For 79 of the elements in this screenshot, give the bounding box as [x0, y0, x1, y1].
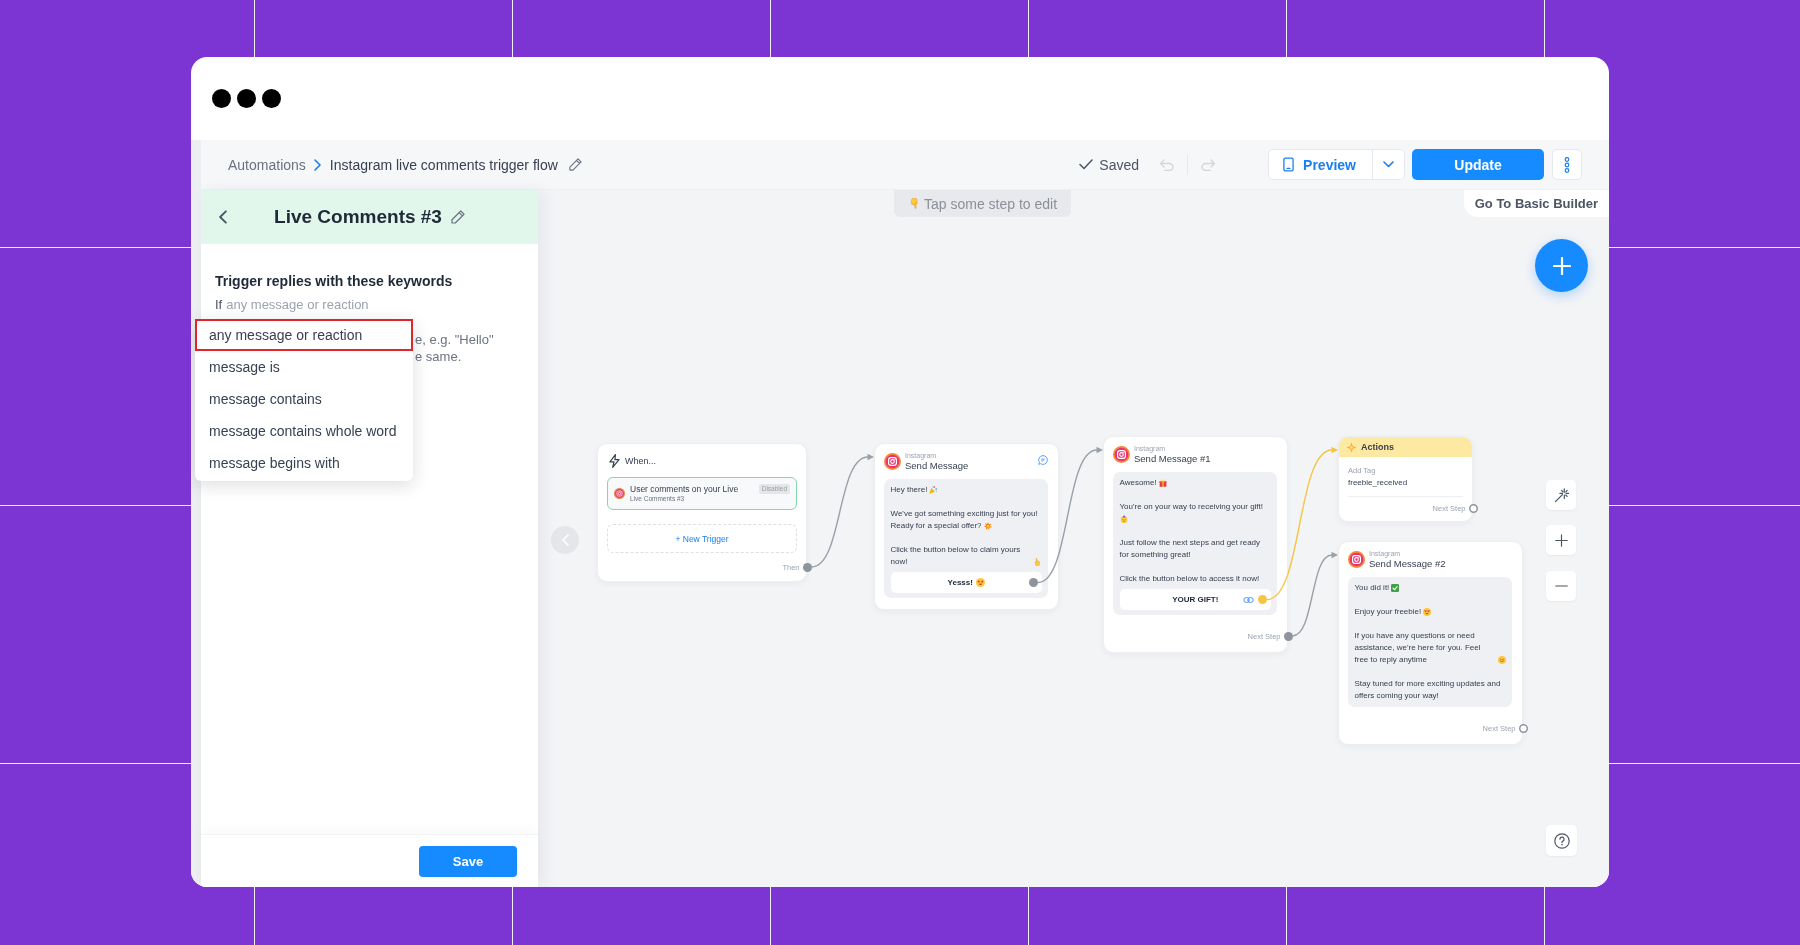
undo-icon [1159, 158, 1176, 171]
minus-icon [1554, 585, 1568, 587]
message-text: Awesome! [1119, 477, 1157, 489]
dot-icon [262, 89, 281, 108]
plus-icon [1552, 256, 1571, 275]
message-text: If you have any questions or need assistance, we're here for you. Feel free to reply anytime [1354, 630, 1482, 666]
help-icon [1553, 832, 1570, 849]
magic-wand-icon [1553, 487, 1569, 503]
pencil-icon[interactable] [450, 210, 465, 224]
chevron-left-icon [561, 534, 569, 546]
camera-icon [614, 488, 625, 499]
save-status: Saved [1099, 156, 1140, 173]
message-button[interactable]: Yesss! [890, 572, 1042, 593]
message-text: Click the button below to access it now! [1119, 573, 1260, 585]
add-step-button[interactable] [1535, 239, 1588, 292]
node-title: Send Message #2 [1369, 558, 1446, 569]
menu-item[interactable]: message contains whole word [195, 415, 413, 447]
pointing-hand-icon [1034, 558, 1042, 566]
node-title: Actions [1361, 442, 1394, 452]
message-text: We've got something exciting just for you! [890, 508, 1038, 520]
new-trigger-button[interactable]: + New Trigger [607, 524, 797, 553]
node-title: Send Message #1 [1134, 453, 1211, 464]
breadcrumb-item[interactable]: Automations [228, 156, 306, 173]
message-text: Enjoy your freebie! [1354, 606, 1422, 618]
help-button[interactable] [1546, 825, 1577, 856]
preview-button[interactable]: Preview [1268, 149, 1373, 180]
dot-icon [212, 89, 231, 108]
dot-icon [237, 89, 256, 108]
pencil-icon[interactable] [568, 158, 582, 171]
action-value: freebie_received [1348, 478, 1409, 488]
node-title: When... [625, 455, 656, 466]
menu-item[interactable]: message contains [195, 383, 413, 415]
message-text: Click the button below to claim yours now! [890, 544, 1022, 568]
trigger-title: User comments on your Live [630, 484, 739, 494]
basic-builder-button[interactable]: Go To Basic Builder [1463, 190, 1609, 217]
more-vertical-icon [1564, 156, 1570, 173]
sparkle-icon [1347, 442, 1356, 452]
hint-text: e, e.g. "Hello" e same. [415, 331, 495, 365]
camera-icon [1113, 446, 1130, 463]
message-text: You're on your way to receiving your gift! [1119, 501, 1264, 513]
message-text: Ready for a special offer? [890, 520, 982, 532]
node-title: Send Message [905, 460, 969, 471]
menu-item[interactable]: any message or reaction [195, 319, 413, 351]
message-text: Stay tuned for more exciting updates and offers coming your way! [1354, 678, 1502, 702]
menu-item[interactable]: message begins with [195, 447, 413, 479]
zoom-in-button[interactable] [1546, 525, 1576, 555]
zoom-out-button[interactable] [1546, 571, 1576, 601]
party-face-icon [1119, 515, 1128, 523]
message-text: Hey there! [890, 484, 928, 496]
chevron-right-icon [313, 158, 321, 171]
star-eyes-face-icon [975, 578, 985, 587]
panel-title: Live Comments #3 [274, 206, 442, 228]
chevron-left-icon [219, 210, 227, 224]
hint-text: Tap some step to edit [924, 195, 1058, 212]
menu-item[interactable]: message is [195, 351, 413, 383]
party-popper-icon [929, 486, 938, 494]
redo-icon [1200, 158, 1217, 171]
message-button[interactable]: YOUR GIFT! [1119, 589, 1271, 610]
camera-icon [1348, 551, 1365, 568]
preview-menu-button[interactable] [1373, 149, 1405, 180]
smiling-face-icon [1498, 656, 1506, 664]
more-button[interactable] [1552, 149, 1582, 180]
condition-label: If [215, 296, 223, 313]
check-icon [1079, 159, 1094, 170]
pointing-hand-icon [908, 198, 919, 209]
message-text: Just follow the next steps and get ready for something great! [1119, 537, 1262, 561]
lightning-icon [609, 453, 620, 468]
heart-eyes-face-icon [1423, 608, 1432, 616]
plus-icon [1554, 533, 1568, 547]
message-text: You did it! [1354, 582, 1390, 594]
breadcrumb-item: Instagram live comments trigger flow [329, 156, 558, 173]
section-heading: Trigger replies with these keywords [215, 272, 454, 290]
check-mark-icon [1391, 584, 1400, 592]
magic-wand-button[interactable] [1546, 480, 1576, 510]
chevron-down-icon [1383, 161, 1394, 168]
phone-icon [1283, 157, 1295, 172]
camera-icon [884, 453, 901, 470]
gift-icon [1158, 479, 1167, 487]
burst-icon [983, 522, 992, 530]
